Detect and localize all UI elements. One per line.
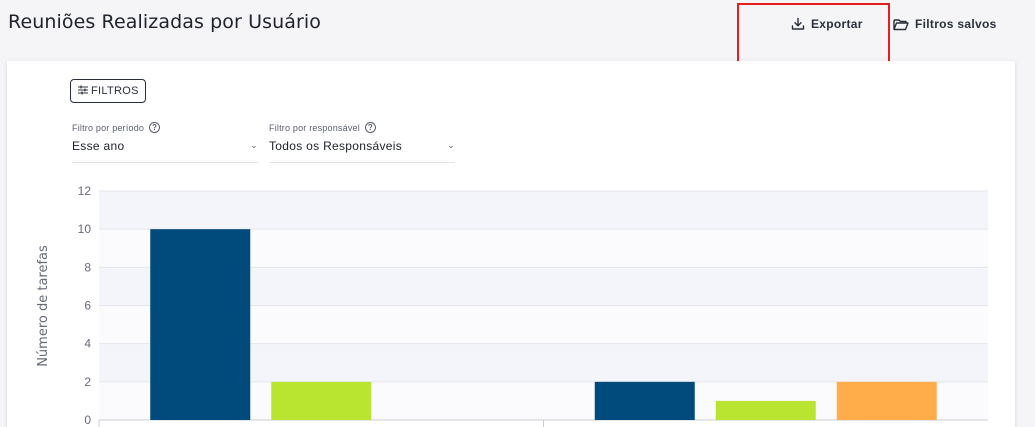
chart-band [99,191,988,230]
y-tick-label: 2 [84,375,91,389]
chart-bar [715,400,816,420]
chart-bar [271,381,372,420]
y-tick-label: 6 [84,299,91,313]
chart-bar [594,381,695,420]
page: Reuniões Realizadas por Usuário Exportar… [0,0,1035,427]
chart-bar [150,229,251,420]
y-tick-label: 0 [84,413,91,427]
y-tick-label: 4 [84,337,91,351]
bar-chart: 0 2 4 6 8 10 12 Número de tarefas [36,184,988,427]
y-axis-label: Número de tarefas [36,245,51,367]
saved-filters-label: Filtros salvos [915,17,997,31]
folder-open-icon [893,18,909,31]
y-tick-label: 8 [84,260,91,274]
chart-bar [836,381,937,420]
y-tick-label: 12 [78,184,92,198]
report-card: FILTROS Filtro por período ? Esse ano ⌄ … [7,61,1015,427]
saved-filters-button[interactable]: Filtros salvos [893,17,997,31]
y-tick-label: 10 [78,222,92,236]
page-title: Reuniões Realizadas por Usuário [8,11,321,33]
